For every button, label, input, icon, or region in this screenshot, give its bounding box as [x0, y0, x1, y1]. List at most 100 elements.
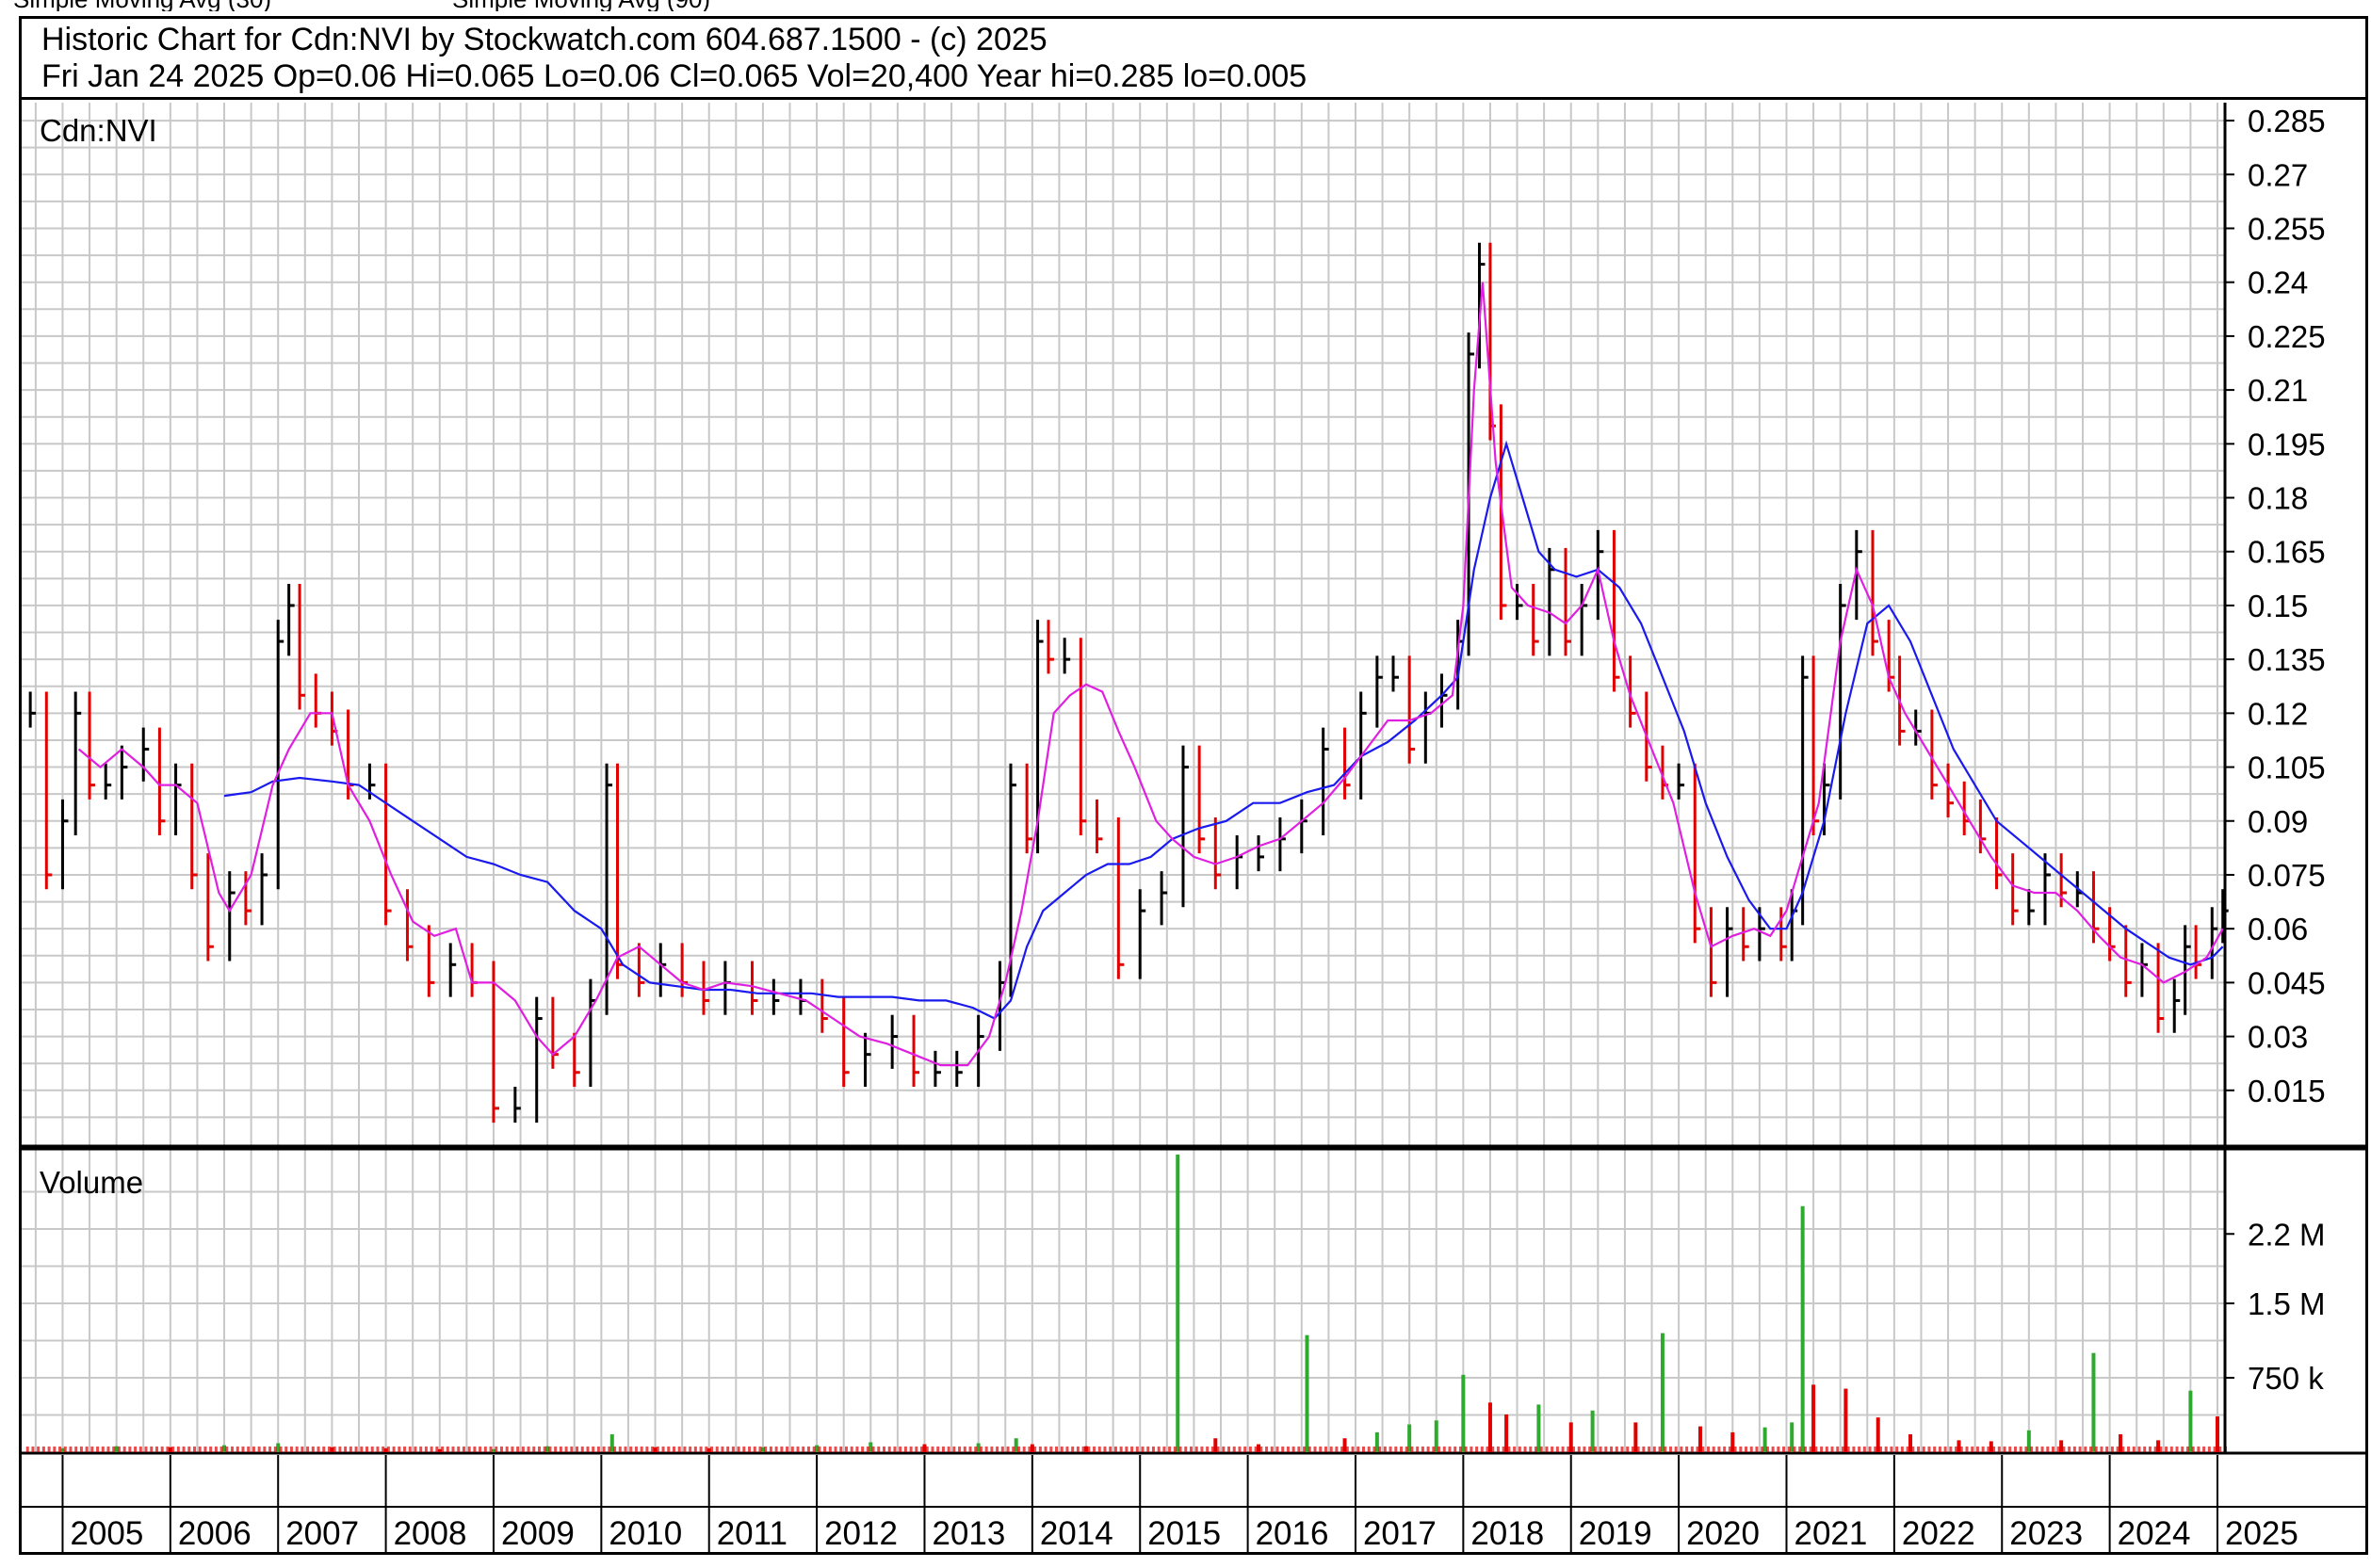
volume-bar-minor — [1291, 1447, 1295, 1452]
volume-bar-minor — [1717, 1447, 1721, 1452]
year-label: 2012 — [824, 1515, 898, 1552]
volume-bar-minor — [511, 1447, 514, 1452]
volume-bar-minor — [586, 1447, 590, 1452]
volume-bar-minor — [430, 1447, 433, 1452]
volume-bar-minor — [1572, 1447, 1576, 1452]
volume-bar-minor — [2202, 1447, 2206, 1452]
price-tick-label: 0.255 — [2248, 211, 2326, 246]
volume-bar-minor — [968, 1447, 972, 1452]
volume-bar-minor — [554, 1447, 558, 1452]
volume-bar-minor — [753, 1447, 756, 1452]
price-tick-label: 0.075 — [2248, 858, 2326, 893]
volume-bar-minor — [1755, 1447, 1759, 1452]
volume-bar-minor — [1862, 1447, 1866, 1452]
volume-bar-minor — [1534, 1447, 1537, 1452]
volume-bar-minor — [1324, 1447, 1327, 1452]
volume-bar-minor — [1798, 1447, 1802, 1452]
volume-bar-minor — [370, 1447, 374, 1452]
volume-bar-minor — [1216, 1447, 1220, 1452]
volume-bar-minor — [1830, 1447, 1834, 1452]
volume-bar-minor — [823, 1447, 827, 1452]
volume-bar-minor — [1723, 1447, 1727, 1452]
volume-bar-minor — [527, 1447, 530, 1452]
volume-bar-minor — [1997, 1447, 2001, 1452]
volume-bar-minor — [349, 1447, 352, 1452]
volume-bar-minor — [1189, 1447, 1193, 1452]
volume-bar-minor — [2013, 1447, 2017, 1452]
volume-bar-minor — [112, 1447, 116, 1452]
year-label: 2024 — [2118, 1515, 2191, 1552]
volume-bar-minor — [1555, 1447, 1559, 1452]
volume-bar-minor — [79, 1447, 83, 1452]
volume-bar-minor — [2132, 1447, 2136, 1452]
price-bars — [28, 242, 2229, 1123]
year-label: 2007 — [285, 1515, 359, 1552]
volume-bar-minor — [2116, 1447, 2119, 1452]
volume-bar-minor — [1593, 1447, 1597, 1452]
year-label: 2010 — [609, 1515, 682, 1552]
volume-bar-minor — [1664, 1447, 1667, 1452]
volume-bar-minor — [2100, 1447, 2103, 1452]
volume-bar-minor — [1502, 1447, 1505, 1452]
volume-bar-minor — [1955, 1447, 1958, 1452]
volume-bar-minor — [365, 1447, 369, 1452]
volume-bar-minor — [2159, 1447, 2163, 1452]
price-tick-label: 0.195 — [2248, 427, 2326, 461]
volume-bar-minor — [2197, 1447, 2200, 1452]
volume-bar — [1811, 1384, 1816, 1452]
volume-bar-minor — [289, 1447, 293, 1452]
volume-bar-minor — [1044, 1447, 1047, 1452]
volume-bar-minor — [1518, 1447, 1521, 1452]
volume-bar-minor — [252, 1447, 255, 1452]
volume-bar-minor — [613, 1447, 617, 1452]
volume-bar-minor — [1093, 1447, 1096, 1452]
volume-bar-minor — [2148, 1447, 2152, 1452]
volume-bar-minor — [1583, 1447, 1586, 1452]
volume-bar-minor — [1793, 1447, 1796, 1452]
volume-bar-minor — [2191, 1447, 2195, 1452]
volume-tick-label: 750 k — [2248, 1361, 2324, 1396]
volume-bar-minor — [1410, 1447, 1414, 1452]
year-label: 2025 — [2225, 1515, 2298, 1552]
volume-bar-minor — [2019, 1447, 2022, 1452]
year-axis-labels: 2005 2006 2007 2008 2009 2010 2011 2012 2013 2014… — [70, 1515, 2298, 1552]
price-tick-label: 0.165 — [2248, 535, 2326, 570]
volume-bar-minor — [1588, 1447, 1592, 1452]
volume-bar-minor — [742, 1447, 746, 1452]
volume-bar-minor — [624, 1447, 627, 1452]
volume-bar-minor — [689, 1447, 692, 1452]
volume-bar-minor — [1733, 1447, 1737, 1452]
volume-bar-minor — [1938, 1447, 1941, 1452]
volume-bar-minor — [640, 1447, 643, 1452]
volume-bar-minor — [182, 1447, 186, 1452]
volume-bar-minor — [1674, 1447, 1678, 1452]
volume-bar-minor — [915, 1447, 918, 1452]
volume-bar-minor — [963, 1447, 966, 1452]
volume-bar-minor — [1648, 1447, 1651, 1452]
volume-bar-minor — [1604, 1447, 1608, 1452]
volume-bar-minor — [333, 1447, 336, 1452]
volume-bar-minor — [656, 1447, 659, 1452]
volume-bar-minor — [1227, 1447, 1231, 1452]
volume-bar-minor — [618, 1447, 622, 1452]
volume-bar-minor — [74, 1447, 78, 1452]
volume-bar-minor — [693, 1447, 697, 1452]
volume-bar-minor — [2056, 1447, 2060, 1452]
volume-tick-label: 1.5 M — [2248, 1286, 2326, 1321]
price-tick-label: 0.21 — [2248, 373, 2308, 408]
volume-bar-minor — [499, 1447, 503, 1452]
volume-bar-minor — [1426, 1447, 1430, 1452]
volume-bar-minor — [1281, 1447, 1285, 1452]
volume-bar-minor — [257, 1447, 261, 1452]
volume-bar-minor — [1378, 1447, 1382, 1452]
price-tick-label: 0.06 — [2248, 912, 2308, 946]
volume-bar-minor — [1109, 1447, 1112, 1452]
volume-bar-minor — [37, 1447, 41, 1452]
price-tick-label: 0.135 — [2248, 642, 2326, 677]
volume-bar-minor — [1765, 1447, 1769, 1452]
volume-bar-minor — [2218, 1447, 2222, 1452]
volume-bar-minor — [677, 1447, 681, 1452]
volume-bar-minor — [1206, 1447, 1210, 1452]
volume-bar-minor — [144, 1447, 148, 1452]
volume-bar-minor — [548, 1447, 552, 1452]
